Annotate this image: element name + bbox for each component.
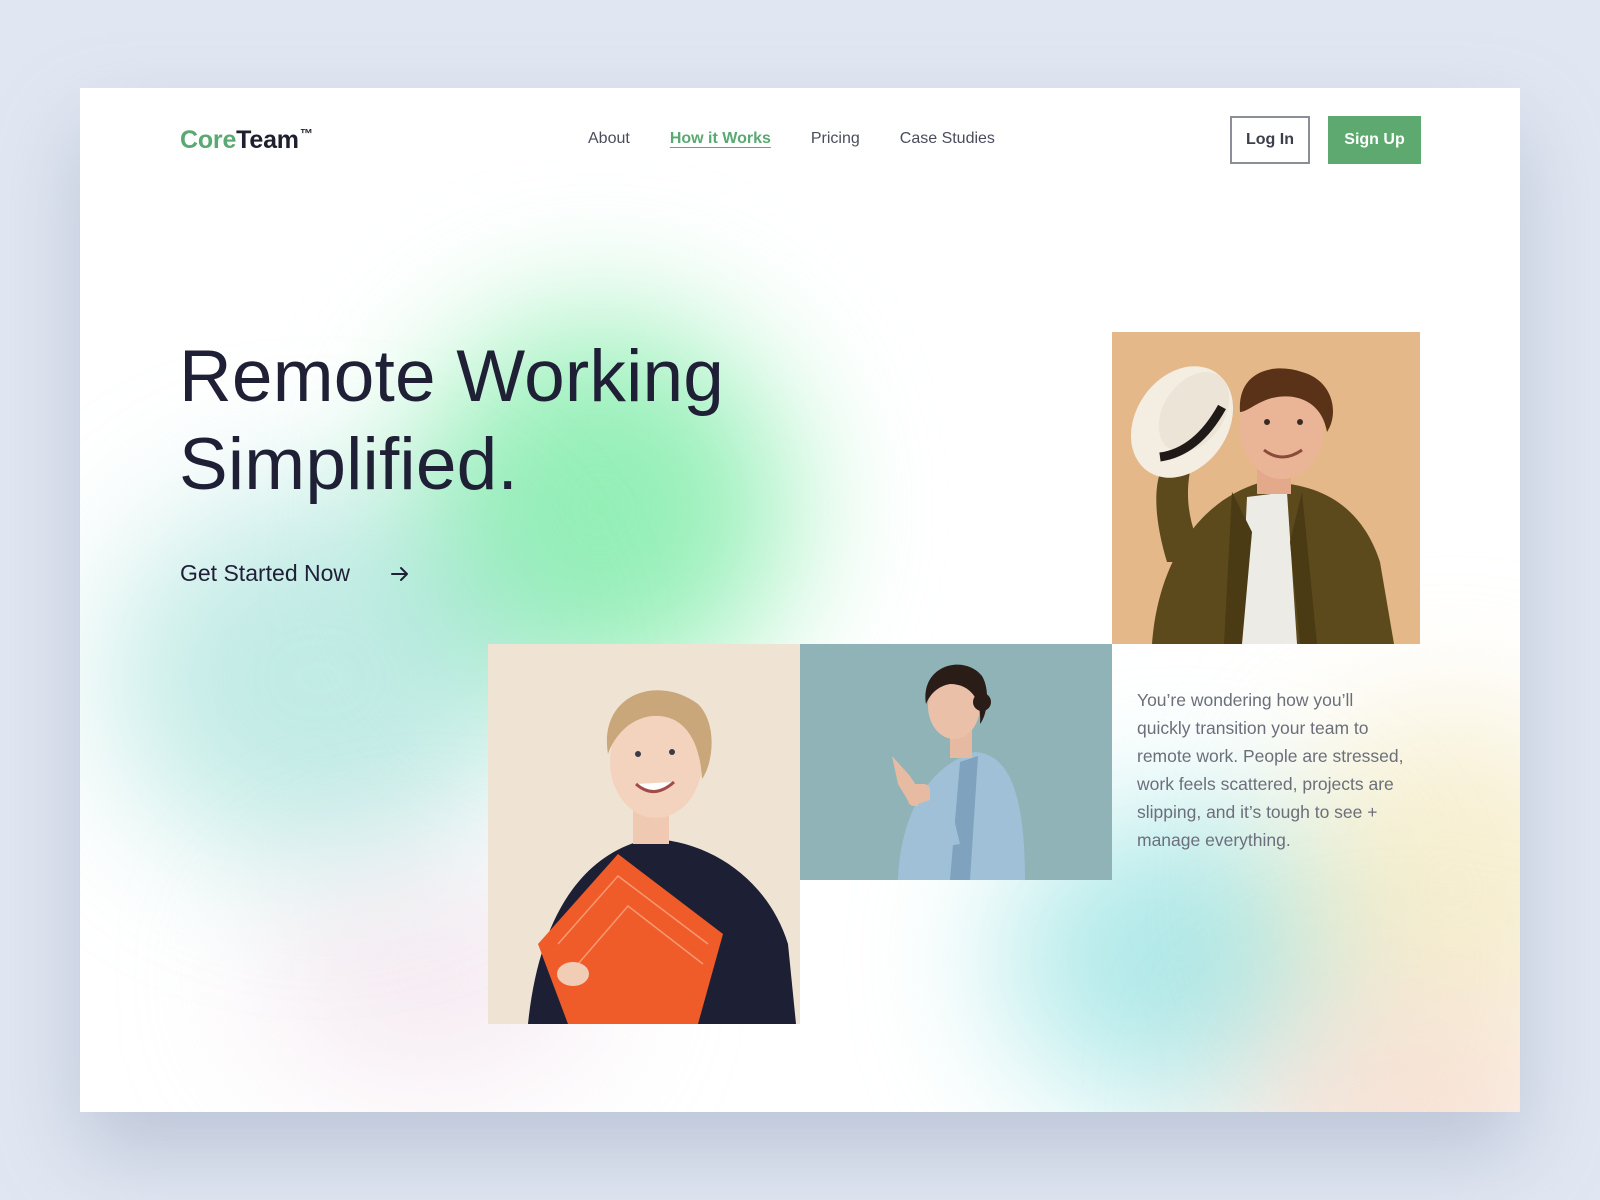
arrow-right-icon: [390, 565, 410, 583]
brand-logo-part2: Team: [236, 126, 299, 154]
signup-button[interactable]: Sign Up: [1328, 116, 1421, 164]
nav-link-about[interactable]: About: [588, 130, 630, 148]
landing-page-card: CoreTeam™ About How it Works Pricing Cas…: [80, 88, 1520, 1112]
nav-link-how-it-works[interactable]: How it Works: [670, 130, 771, 148]
hero-title-line1: Remote Working: [179, 336, 725, 417]
photo-woman-with-folder: [488, 644, 800, 1024]
hero-title: Remote Working Simplified.: [179, 333, 724, 509]
photo-woman-pointing: [800, 644, 1112, 880]
hero-description: You’re wondering how you’ll quickly tran…: [1137, 689, 1404, 850]
photo-man-with-hat: [1112, 332, 1420, 644]
brand-trademark: ™: [299, 126, 313, 141]
background-gradient-teal: [110, 488, 530, 868]
nav-link-pricing[interactable]: Pricing: [811, 130, 860, 148]
login-button[interactable]: Log In: [1230, 116, 1310, 164]
top-navigation: CoreTeam™ About How it Works Pricing Cas…: [80, 88, 1520, 198]
brand-logo[interactable]: CoreTeam™: [180, 126, 313, 155]
brand-logo-part1: Core: [180, 126, 237, 154]
get-started-link[interactable]: Get Started Now: [180, 560, 410, 587]
main-menu: About How it Works Pricing Case Studies: [588, 130, 995, 148]
get-started-label: Get Started Now: [180, 560, 351, 586]
nav-link-case-studies[interactable]: Case Studies: [900, 130, 995, 148]
background-gradient-peach: [1230, 988, 1520, 1112]
hero-title-line2: Simplified.: [179, 424, 518, 505]
